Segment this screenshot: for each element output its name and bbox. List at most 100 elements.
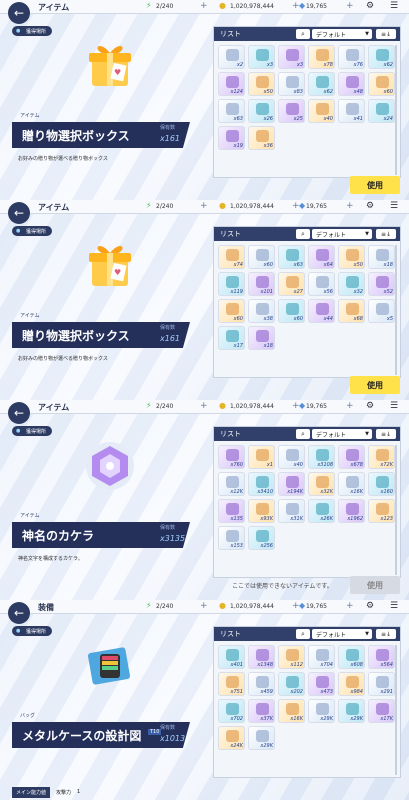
item-slot[interactable]: x63	[278, 245, 305, 269]
item-slot[interactable]: x702	[218, 699, 245, 723]
add-slot-button[interactable]: +	[200, 1, 208, 11]
item-slot[interactable]: x60	[368, 72, 395, 96]
item-slot[interactable]: x3108	[308, 445, 335, 469]
item-slot[interactable]: x401	[218, 645, 245, 669]
menu-icon[interactable]: ☰	[390, 401, 398, 411]
item-slot[interactable]: x18	[368, 245, 395, 269]
item-slot[interactable]: x60	[218, 299, 245, 323]
item-slot[interactable]: x119	[218, 272, 245, 296]
item-slot[interactable]: x2	[218, 45, 245, 69]
item-slot[interactable]: x72K	[368, 445, 395, 469]
search-icon[interactable]: ⌕	[296, 229, 310, 239]
item-slot[interactable]: x3	[278, 45, 305, 69]
item-slot[interactable]: x60	[278, 299, 305, 323]
item-slot[interactable]: x12K	[218, 472, 245, 496]
back-button[interactable]: ←	[8, 602, 30, 624]
item-slot[interactable]: x25	[278, 99, 305, 123]
item-slot[interactable]: x608	[338, 645, 365, 669]
back-button[interactable]: ←	[8, 2, 30, 24]
add-gem-button[interactable]: +	[346, 201, 354, 211]
acquisition-button[interactable]: 獲得場所	[12, 226, 53, 236]
item-slot[interactable]: x123	[368, 499, 395, 523]
item-slot[interactable]: x564	[368, 645, 395, 669]
order-toggle-icon[interactable]: ≡↓	[376, 429, 396, 439]
item-slot[interactable]: x16K	[278, 699, 305, 723]
item-slot[interactable]: x17	[218, 326, 245, 350]
item-slot[interactable]: x29K	[338, 699, 365, 723]
item-slot[interactable]: x135	[218, 499, 245, 523]
item-slot[interactable]: x3	[248, 45, 275, 69]
scrollbar[interactable]	[395, 245, 397, 375]
item-slot[interactable]: x160	[368, 472, 395, 496]
add-gem-button[interactable]: +	[346, 601, 354, 611]
item-slot[interactable]: x62	[308, 72, 335, 96]
item-slot[interactable]: x24K	[218, 726, 245, 750]
sort-dropdown[interactable]: デフォルト	[312, 229, 372, 239]
item-slot[interactable]: x26K	[308, 499, 335, 523]
item-slot[interactable]: x291	[368, 672, 395, 696]
add-slot-button[interactable]: +	[200, 201, 208, 211]
scrollbar[interactable]	[395, 445, 397, 575]
add-slot-button[interactable]: +	[200, 401, 208, 411]
item-slot[interactable]: x60	[248, 245, 275, 269]
add-slot-button[interactable]: +	[200, 601, 208, 611]
item-slot[interactable]: x29K	[308, 699, 335, 723]
item-slot[interactable]: x112	[278, 645, 305, 669]
sort-dropdown[interactable]: デフォルト	[312, 29, 372, 39]
order-toggle-icon[interactable]: ≡↓	[376, 229, 396, 239]
item-slot[interactable]: x32	[338, 272, 365, 296]
item-slot[interactable]: x751	[218, 672, 245, 696]
menu-icon[interactable]: ☰	[390, 201, 398, 211]
add-gem-button[interactable]: +	[346, 401, 354, 411]
item-slot[interactable]: x3410	[248, 472, 275, 496]
back-button[interactable]: ←	[8, 402, 30, 424]
item-slot[interactable]: x27	[278, 272, 305, 296]
item-slot[interactable]: x473	[308, 672, 335, 696]
item-slot[interactable]: x50	[338, 245, 365, 269]
sort-dropdown[interactable]: デフォルト	[312, 429, 372, 439]
gear-icon[interactable]: ⚙	[366, 201, 374, 211]
item-slot[interactable]: x459	[248, 672, 275, 696]
item-slot[interactable]: x68	[338, 299, 365, 323]
item-slot[interactable]: x153	[218, 526, 245, 550]
item-slot[interactable]: x17K	[368, 699, 395, 723]
item-slot[interactable]: x50	[248, 72, 275, 96]
add-gem-button[interactable]: +	[346, 1, 354, 11]
item-slot[interactable]: x29K	[248, 726, 275, 750]
item-slot[interactable]: x101	[248, 272, 275, 296]
search-icon[interactable]: ⌕	[296, 429, 310, 439]
item-slot[interactable]: x52	[368, 272, 395, 296]
order-toggle-icon[interactable]: ≡↓	[376, 629, 396, 639]
item-slot[interactable]: x63	[218, 99, 245, 123]
acquisition-button[interactable]: 獲得場所	[12, 626, 53, 636]
item-slot[interactable]: x41	[338, 99, 365, 123]
item-slot[interactable]: x76	[338, 45, 365, 69]
item-slot[interactable]: x18	[248, 326, 275, 350]
item-slot[interactable]: x36	[248, 126, 275, 150]
item-slot[interactable]: x64	[308, 245, 335, 269]
acquisition-button[interactable]: 獲得場所	[12, 426, 53, 436]
item-slot[interactable]: x56	[308, 272, 335, 296]
use-button[interactable]: 使用	[350, 176, 400, 194]
search-icon[interactable]: ⌕	[296, 629, 310, 639]
item-slot[interactable]: x1962	[338, 499, 365, 523]
item-slot[interactable]: x194K	[278, 472, 305, 496]
item-slot[interactable]: x16K	[338, 472, 365, 496]
use-button[interactable]: 使用	[350, 376, 400, 394]
sort-dropdown[interactable]: デフォルト	[312, 629, 372, 639]
back-button[interactable]: ←	[8, 202, 30, 224]
item-slot[interactable]: x984	[338, 672, 365, 696]
item-slot[interactable]: x32K	[308, 472, 335, 496]
item-slot[interactable]: x44	[308, 299, 335, 323]
item-slot[interactable]: x124	[218, 72, 245, 96]
item-slot[interactable]: x704	[308, 645, 335, 669]
item-slot[interactable]: x62	[368, 45, 395, 69]
item-slot[interactable]: x24	[368, 99, 395, 123]
item-slot[interactable]: x1	[248, 445, 275, 469]
item-slot[interactable]: x678	[338, 445, 365, 469]
item-slot[interactable]: x48	[338, 72, 365, 96]
item-slot[interactable]: x74	[218, 245, 245, 269]
gear-icon[interactable]: ⚙	[366, 401, 374, 411]
gear-icon[interactable]: ⚙	[366, 1, 374, 11]
item-slot[interactable]: x40	[308, 99, 335, 123]
